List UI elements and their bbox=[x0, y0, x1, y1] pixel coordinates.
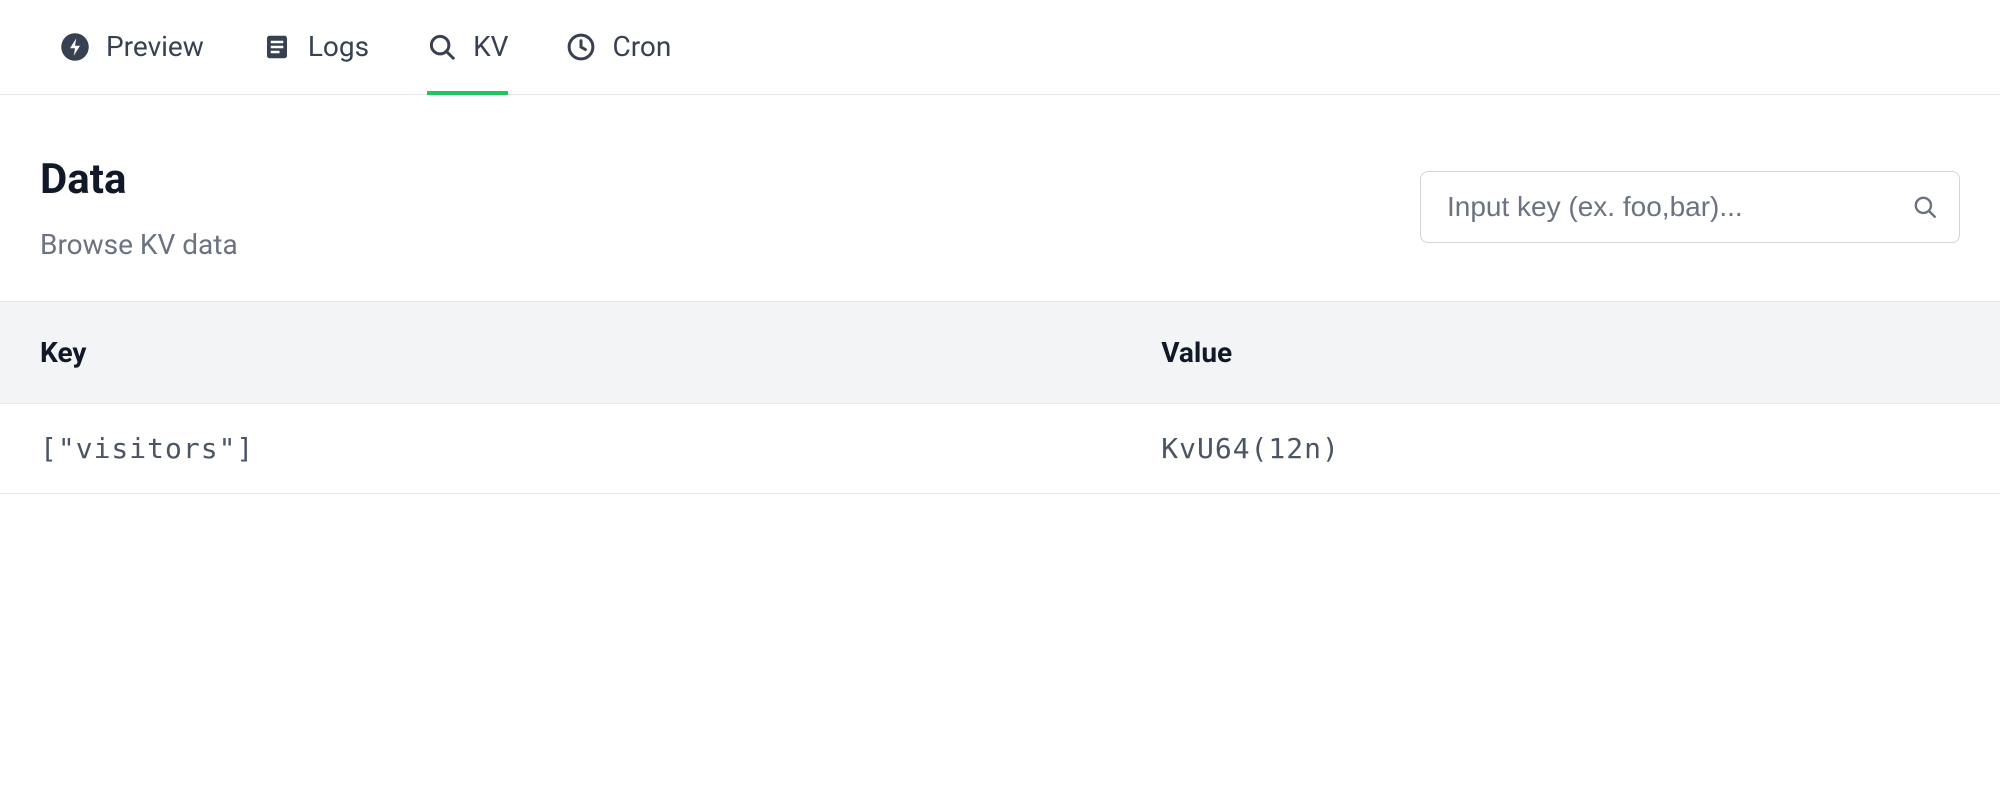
search-icon bbox=[1912, 194, 1938, 220]
page-header: Data Browse KV data bbox=[0, 95, 2000, 301]
tab-kv[interactable]: KV bbox=[427, 30, 508, 95]
cell-key: ["visitors"] bbox=[40, 432, 1161, 465]
tab-label: Cron bbox=[612, 30, 671, 63]
tab-preview[interactable]: Preview bbox=[60, 30, 204, 95]
search-input[interactable] bbox=[1420, 171, 1960, 243]
column-header-key: Key bbox=[40, 336, 1161, 369]
tab-label: KV bbox=[473, 30, 508, 63]
table-header: Key Value bbox=[0, 301, 2000, 404]
search-icon bbox=[427, 32, 457, 62]
tab-logs[interactable]: Logs bbox=[262, 30, 369, 95]
lightning-icon bbox=[60, 32, 90, 62]
page-title: Data bbox=[40, 155, 238, 204]
tab-label: Logs bbox=[308, 30, 369, 63]
header-text: Data Browse KV data bbox=[40, 155, 238, 261]
tabs-nav: Preview Logs KV Cron bbox=[0, 0, 2000, 95]
column-header-value: Value bbox=[1161, 336, 1960, 369]
tab-label: Preview bbox=[106, 30, 204, 63]
cell-value: KvU64(12n) bbox=[1161, 432, 1960, 465]
table-row[interactable]: ["visitors"] KvU64(12n) bbox=[0, 404, 2000, 494]
page-subtitle: Browse KV data bbox=[40, 228, 238, 261]
tab-cron[interactable]: Cron bbox=[566, 30, 671, 95]
clock-icon bbox=[566, 32, 596, 62]
document-icon bbox=[262, 32, 292, 62]
search-wrapper bbox=[1420, 171, 1960, 243]
